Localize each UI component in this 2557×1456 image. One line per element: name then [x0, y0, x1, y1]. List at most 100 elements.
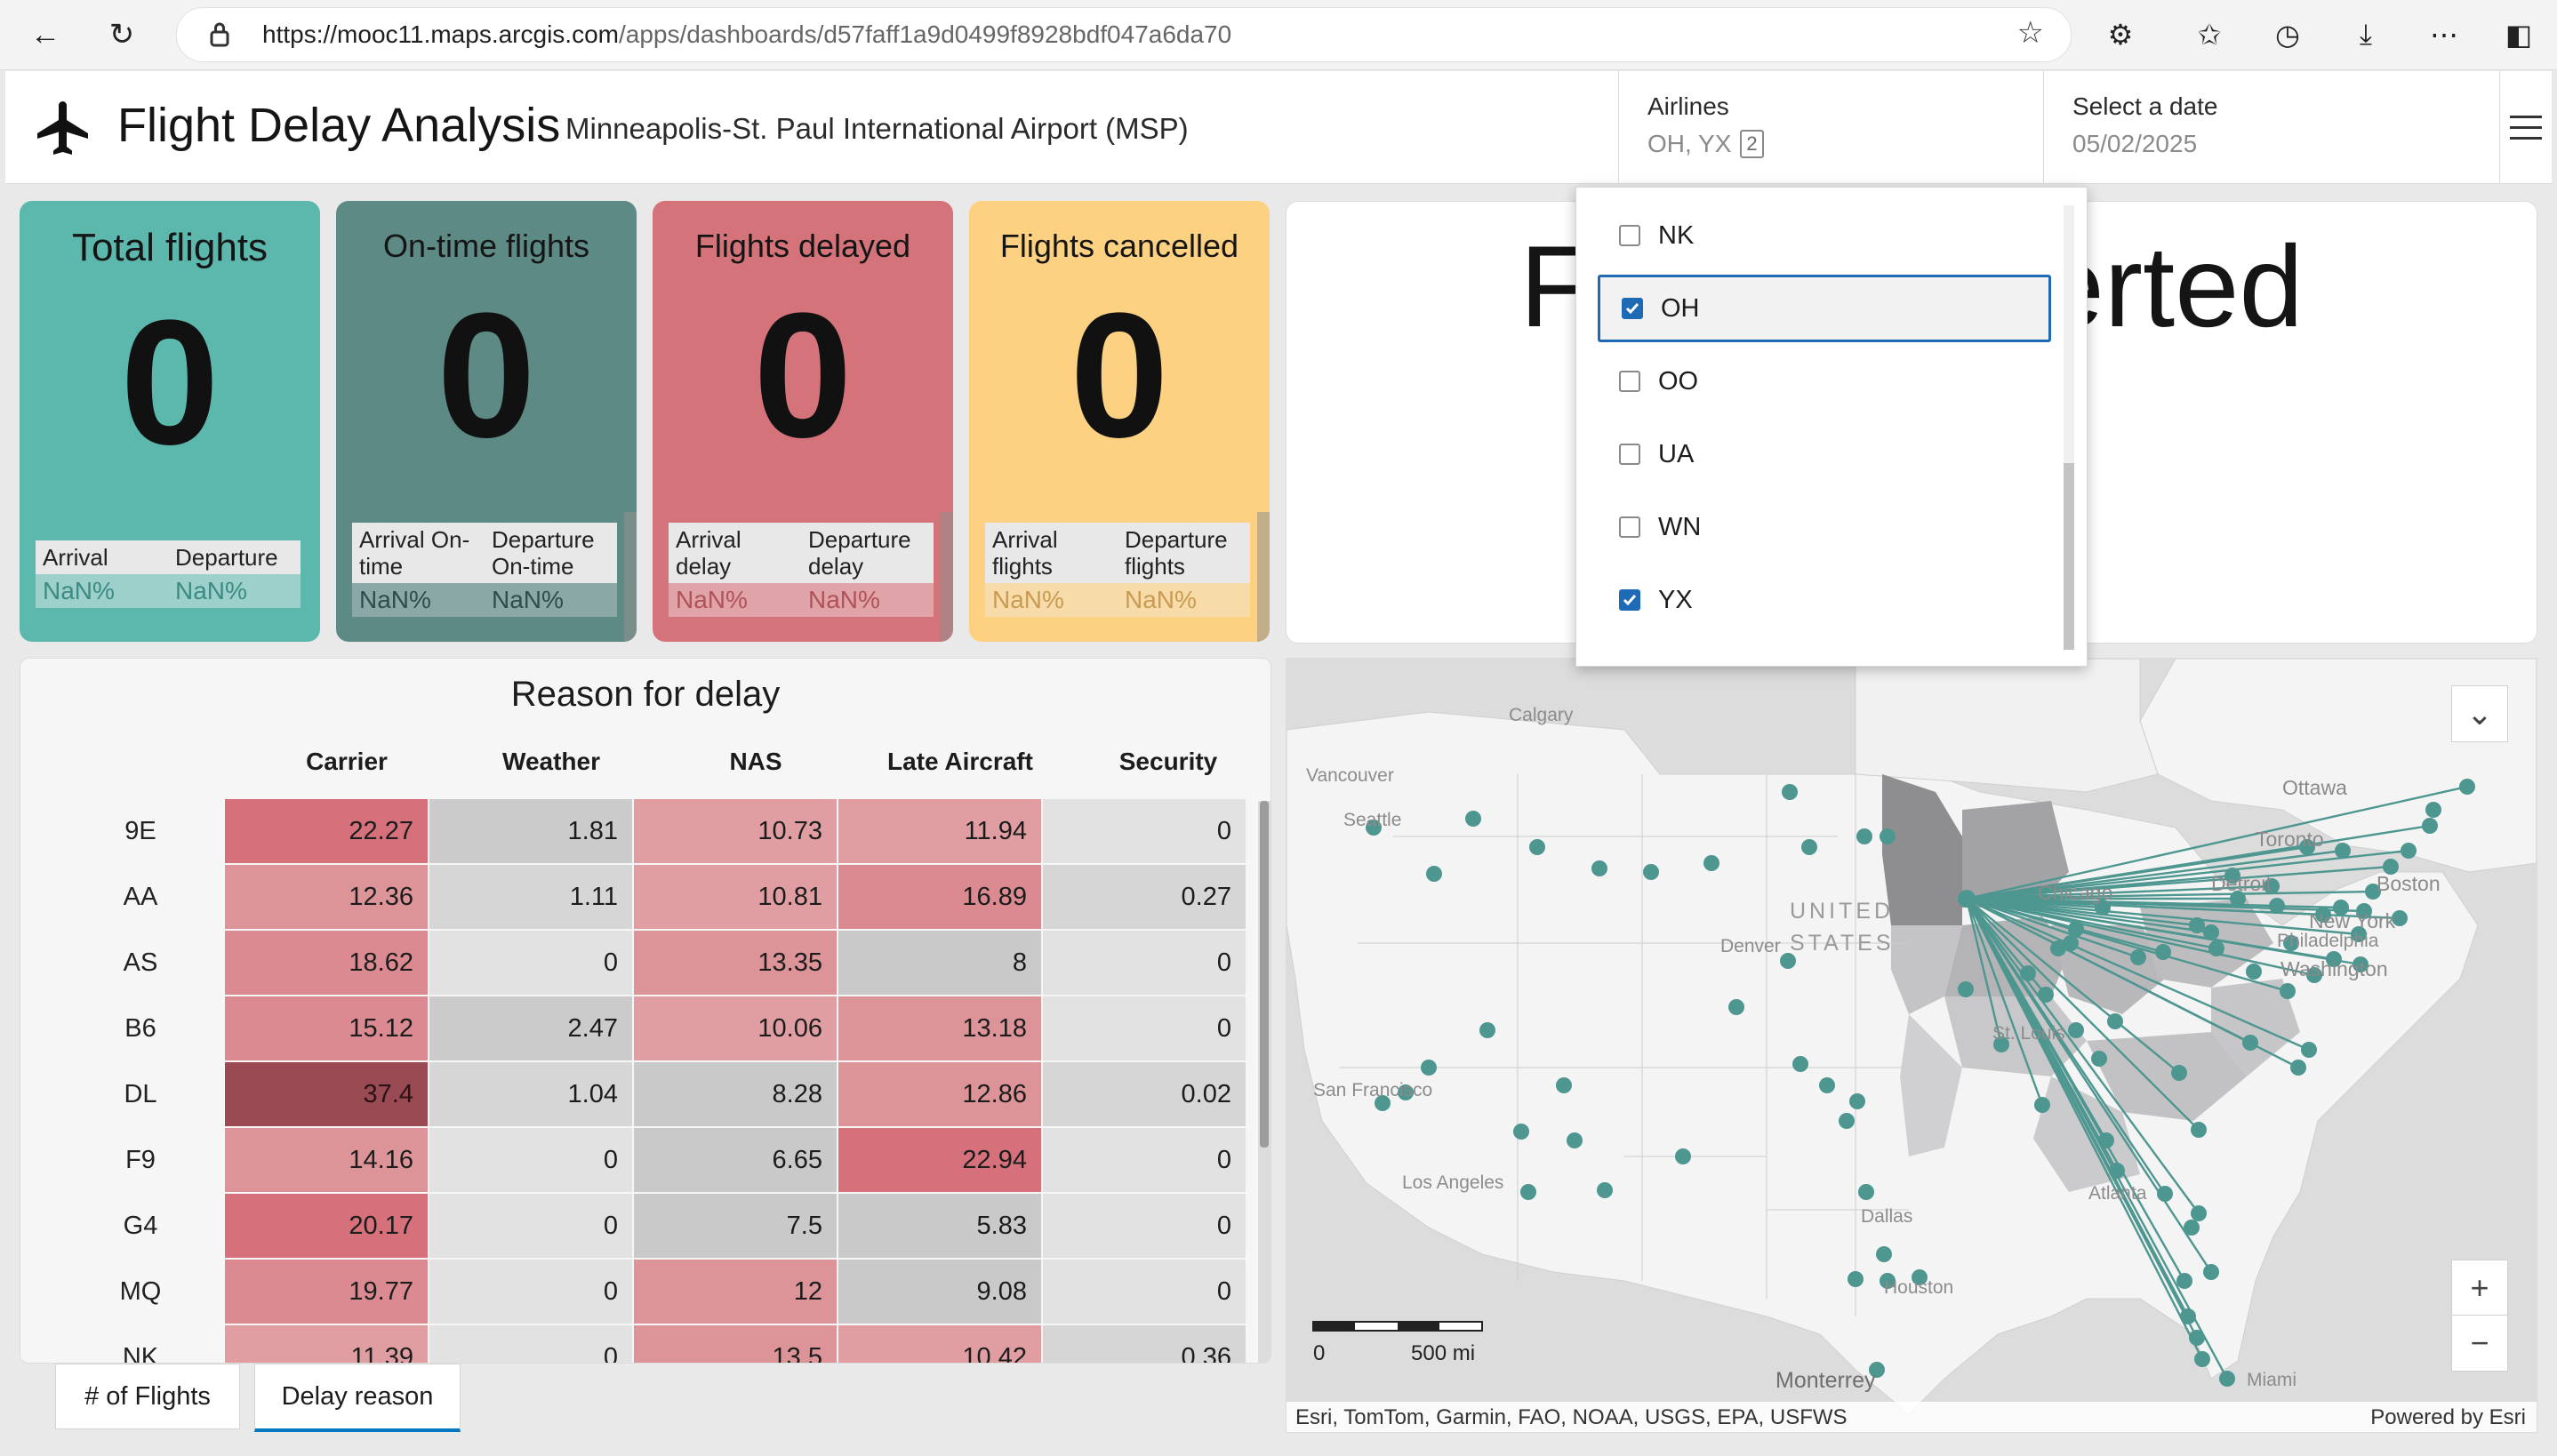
airport-point[interactable]	[1513, 1124, 1529, 1140]
extensions-icon[interactable]: ⚙	[2098, 12, 2143, 57]
table-row[interactable]: AS 18.62 0 13.35 8 0	[20, 931, 1256, 996]
zoom-out-button[interactable]: −	[2451, 1315, 2508, 1372]
airport-point[interactable]	[2280, 983, 2296, 999]
airport-point[interactable]	[1479, 1022, 1495, 1038]
airport-point[interactable]	[2301, 1042, 2317, 1058]
checkbox-icon[interactable]	[1619, 516, 1640, 538]
airport-point[interactable]	[2425, 802, 2441, 818]
column-header-carrier[interactable]: Carrier	[244, 748, 449, 776]
airport-point[interactable]	[1839, 1113, 1855, 1129]
address-bar[interactable]: https://mooc11.maps.arcgis.com/apps/dash…	[176, 7, 2072, 62]
airport-point[interactable]	[2157, 1186, 2173, 1202]
airline-option-nk[interactable]: NK	[1598, 202, 2051, 269]
dropdown-scrollbar[interactable]	[2064, 205, 2074, 650]
back-icon[interactable]: ←	[23, 12, 68, 57]
airport-point[interactable]	[2203, 1264, 2219, 1280]
zoom-in-button[interactable]: +	[2451, 1260, 2508, 1316]
collapse-icon[interactable]: ⌄	[2451, 685, 2508, 742]
airport-point[interactable]	[1849, 1093, 1865, 1109]
airport-point[interactable]	[1848, 1271, 1864, 1287]
airport-point[interactable]	[1675, 1148, 1691, 1164]
airport-point[interactable]	[1520, 1184, 1536, 1200]
airline-option-yx[interactable]: YX	[1598, 566, 2051, 634]
kpi-scrollbar[interactable]	[941, 512, 953, 642]
airport-point[interactable]	[2063, 935, 2079, 951]
favorite-star-icon[interactable]: ☆	[2017, 15, 2044, 51]
airport-point[interactable]	[2269, 898, 2285, 914]
airport-point[interactable]	[2038, 987, 2054, 1003]
airport-point[interactable]	[1465, 811, 1481, 827]
airport-point[interactable]	[1876, 1246, 1892, 1262]
airport-point[interactable]	[1643, 864, 1659, 880]
table-row[interactable]: AA 12.36 1.11 10.81 16.89 0.27	[20, 865, 1256, 931]
table-scrollbar[interactable]	[1258, 801, 1270, 1363]
airport-point[interactable]	[2068, 1022, 2084, 1038]
airport-point[interactable]	[1958, 981, 1974, 997]
airport-point[interactable]	[2091, 1051, 2107, 1067]
airline-option-oh[interactable]: OH	[1598, 275, 2051, 342]
airport-point[interactable]	[1529, 839, 1545, 855]
airport-point[interactable]	[2246, 964, 2262, 980]
airline-option-oo[interactable]: OO	[1598, 348, 2051, 415]
airline-option-ua[interactable]: UA	[1598, 420, 2051, 488]
download-icon[interactable]: ⤓	[2344, 12, 2388, 57]
table-row[interactable]: 9E 22.27 1.81 10.73 11.94 0	[20, 799, 1256, 865]
airport-point[interactable]	[2184, 1220, 2200, 1236]
airport-point[interactable]	[2459, 779, 2475, 795]
table-row[interactable]: F9 14.16 0 6.65 22.94 0	[20, 1128, 1256, 1194]
airport-point[interactable]	[2107, 1013, 2123, 1029]
map-canvas[interactable]	[1287, 659, 2537, 1432]
checkbox-icon[interactable]	[1619, 371, 1640, 392]
airport-point[interactable]	[2194, 1351, 2210, 1367]
checkbox-checked-icon[interactable]	[1619, 589, 1640, 611]
table-row[interactable]: MQ 19.77 0 12 9.08 0	[20, 1260, 1256, 1325]
kpi-scrollbar[interactable]	[624, 512, 637, 642]
airport-point[interactable]	[2171, 1065, 2187, 1081]
airport-point[interactable]	[1591, 860, 1607, 876]
airport-point[interactable]	[1703, 855, 1719, 871]
airport-point[interactable]	[1856, 828, 1872, 844]
tab-number-of-flights[interactable]: # of Flights	[55, 1364, 240, 1429]
airport-point[interactable]	[1426, 866, 1442, 882]
airport-point[interactable]	[2176, 1273, 2192, 1289]
airport-point[interactable]	[1567, 1132, 1583, 1148]
favorites-icon[interactable]: ✩	[2187, 12, 2232, 57]
column-header-late-aircraft[interactable]: Late Aircraft	[858, 748, 1062, 776]
airport-point[interactable]	[1858, 1184, 1874, 1200]
checkbox-icon[interactable]	[1619, 444, 1640, 465]
checkbox-icon[interactable]	[1619, 225, 1640, 246]
airport-point[interactable]	[2401, 843, 2417, 859]
airport-point[interactable]	[1728, 999, 1744, 1015]
airport-point[interactable]	[2208, 940, 2224, 956]
airport-point[interactable]	[2191, 1205, 2207, 1221]
menu-icon[interactable]	[2499, 71, 2552, 183]
table-row[interactable]: DL 37.4 1.04 8.28 12.86 0.02	[20, 1062, 1256, 1128]
airport-point[interactable]	[2155, 944, 2171, 960]
table-row[interactable]: G4 20.17 0 7.5 5.83 0	[20, 1194, 1256, 1260]
airport-point[interactable]	[2422, 818, 2438, 834]
airline-option-wn[interactable]: WN	[1598, 493, 2051, 561]
checkbox-checked-icon[interactable]	[1622, 298, 1643, 319]
airport-point[interactable]	[1556, 1077, 1572, 1093]
airport-point[interactable]	[1801, 839, 1817, 855]
dropdown-scrollbar-thumb[interactable]	[2064, 463, 2074, 650]
airport-point[interactable]	[2180, 1308, 2196, 1324]
date-selector[interactable]: Select a date 05/02/2025	[2043, 71, 2499, 183]
airport-point[interactable]	[2219, 1371, 2235, 1387]
sidebar-icon[interactable]: ◧	[2497, 12, 2541, 57]
airport-point[interactable]	[2130, 949, 2146, 965]
airport-point[interactable]	[1819, 1077, 1835, 1093]
kpi-scrollbar[interactable]	[1257, 512, 1270, 642]
column-header-nas[interactable]: NAS	[653, 748, 858, 776]
airport-point[interactable]	[2335, 843, 2351, 859]
airlines-selector[interactable]: Airlines OH, YX 2	[1618, 71, 2044, 183]
airport-point[interactable]	[2020, 965, 2036, 981]
more-icon[interactable]: ⋯	[2422, 12, 2466, 57]
airport-point[interactable]	[2098, 1132, 2114, 1148]
airport-point[interactable]	[1782, 784, 1798, 800]
airport-point[interactable]	[2068, 921, 2084, 937]
airport-point[interactable]	[2191, 1122, 2207, 1138]
airport-point[interactable]	[1880, 828, 1896, 844]
history-icon[interactable]: ◷	[2265, 12, 2310, 57]
airport-point[interactable]	[2189, 917, 2205, 933]
